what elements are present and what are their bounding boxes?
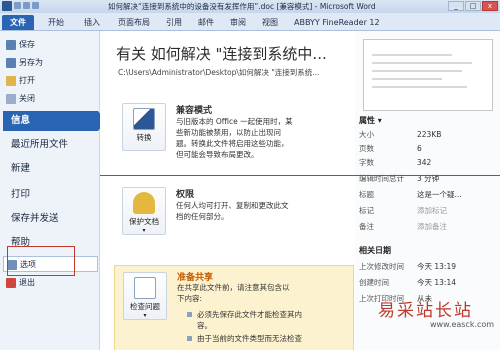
tab-file[interactable]: 文件 [2,15,34,30]
add-comment-field[interactable]: 添加备注 [417,221,447,232]
nav-info[interactable]: 信息 [3,111,106,131]
qat-undo-icon[interactable] [23,2,30,9]
permissions-desc: 任何人均可打开、复制和更改此文档的任何部分。 [176,201,289,221]
save-icon [6,40,16,50]
prop-row: 字数 342 [359,158,432,167]
chevron-down-icon: ▾ [142,227,146,234]
close-doc-icon [6,94,16,104]
nav-save-as[interactable]: 另存为 [3,55,98,71]
add-tag-field[interactable]: 添加标记 [417,205,447,216]
info-panel: 有关 如何解决 "连接到系统中... C:\Users\Administrato… [100,31,355,350]
watermark-text: 易采站长站 [378,301,473,321]
annotation-line [100,175,500,176]
permissions-title: 权限 [176,190,195,200]
document-title: 有关 如何解决 "连接到系统中... [116,45,327,63]
save-as-icon [6,58,16,68]
nav-open[interactable]: 打开 [3,73,98,89]
quick-access-toolbar [14,2,104,11]
tab-references[interactable]: 引用 [160,15,188,30]
exit-icon [6,278,16,288]
document-path: C:\Users\Administrator\Desktop\如何解决 "连接到… [118,68,320,77]
properties-title[interactable]: 属性 ▾ [359,115,382,126]
share-bullet: 必须先保存此文件才能检查其内容。 [187,309,315,331]
nav-close[interactable]: 关闭 [3,91,98,107]
prop-row: 标记 添加标记 [359,205,447,216]
permissions-section: 保护文档 ▾ 权限 任何人均可打开、复制和更改此文档的任何部分。 [114,187,354,247]
chevron-down-icon: ▾ [143,312,147,319]
convert-button[interactable]: 转换 [122,103,166,151]
folder-open-icon [6,76,16,86]
tab-mailings[interactable]: 邮件 [192,15,220,30]
tab-home[interactable]: 开始 [42,15,70,30]
check-issues-button[interactable]: 检查问题 ▾ [123,272,167,320]
ribbon-tabs: 文件 开始 插入 页面布局 引用 邮件 审阅 视图 ABBYY FineRead… [0,13,500,31]
date-row: 创建时间 今天 13:14 [359,278,456,287]
prop-row: 大小 223KB [359,130,442,139]
lock-icon [133,192,155,214]
inspect-icon [134,277,156,299]
prop-row: 页数 6 [359,144,422,153]
title-bar: 如何解决“连接到系统中的设备没有发挥作用”.doc [兼容模式] - Micro… [0,0,500,13]
compat-section: 转换 兼容模式 与旧版本的 Office 一起使用时，某些新功能被禁用，以防止出… [114,103,354,163]
prop-row: 备注 添加备注 [359,221,447,232]
maximize-button[interactable]: □ [465,1,481,11]
word-app-icon[interactable] [2,1,12,11]
compat-desc: 与旧版本的 Office 一起使用时，某些新功能被禁用，以防止出现问题。转换此文… [176,117,293,159]
nav-new[interactable]: 新建 [3,159,98,179]
date-row: 上次修改时间 今天 13:19 [359,262,456,271]
related-dates-title: 相关日期 [359,246,391,255]
convert-doc-icon [133,108,155,130]
protect-document-button[interactable]: 保护文档 ▾ [122,187,166,235]
nav-recent[interactable]: 最近所用文件 [3,135,98,155]
window-title: 如何解决“连接到系统中的设备没有发挥作用”.doc [兼容模式] - Micro… [108,2,376,11]
tab-review[interactable]: 审阅 [224,15,252,30]
minimize-button[interactable]: _ [448,1,464,11]
watermark-url: www.easck.com [430,320,495,329]
qat-redo-icon[interactable] [32,2,39,9]
tab-page-layout[interactable]: 页面布局 [112,15,156,30]
backstage-nav: 保存 另存为 打开 关闭 信息 最近所用文件 新建 打印 保存并发送 帮助 选项… [0,31,106,350]
qat-save-icon[interactable] [14,2,21,9]
compat-title: 兼容模式 [176,106,213,116]
share-section: 检查问题 ▾ 准备共享 在共享此文件前，请注意其包含以下内容: 必须先保存此文件… [114,265,354,350]
nav-save[interactable]: 保存 [3,37,98,53]
share-bullet: 由于当前的文件类型而无法检查 [187,333,315,344]
document-thumbnail [363,39,493,111]
tab-insert[interactable]: 插入 [78,15,106,30]
share-desc: 在共享此文件前，请注意其包含以下内容: [177,283,290,303]
window-controls: _ □ x [447,1,498,11]
tab-view[interactable]: 视图 [256,15,284,30]
nav-exit[interactable]: 退出 [3,275,98,291]
nav-print[interactable]: 打印 [3,185,98,205]
tab-abbyy[interactable]: ABBYY FineReader 12 [288,15,386,30]
nav-save-send[interactable]: 保存并发送 [3,209,98,229]
close-window-button[interactable]: x [482,1,498,11]
prop-row: 标题 这是一个疑... [359,190,462,199]
annotation-box [7,246,75,276]
